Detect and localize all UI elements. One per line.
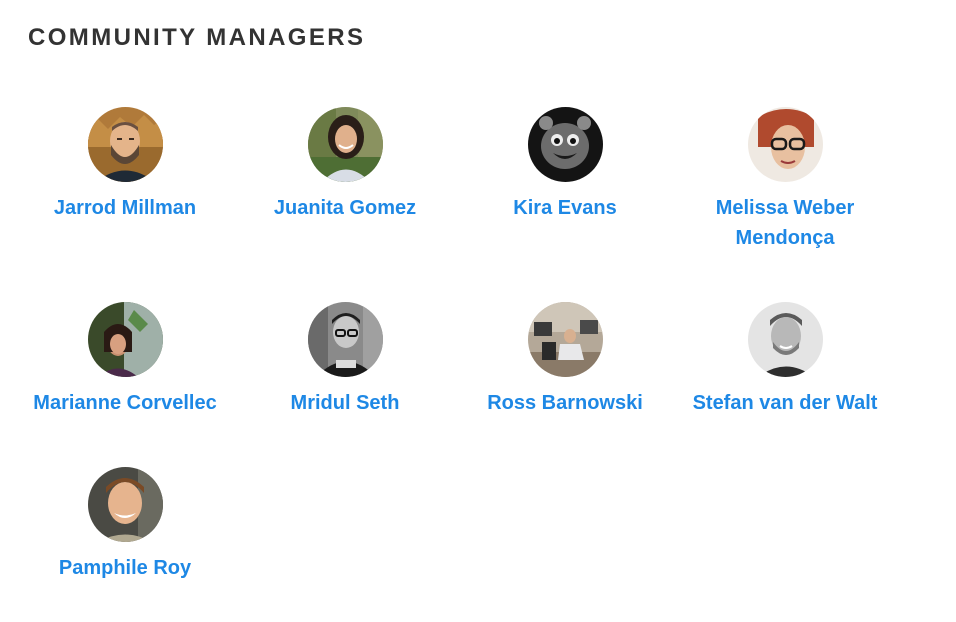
avatar-melissa-weber-mendonca[interactable] (747, 107, 823, 182)
avatar-marianne-corvellec[interactable] (87, 302, 163, 377)
member-name[interactable]: Jarrod Millman (30, 193, 220, 223)
section-title: COMMUNITY MANAGERS (28, 24, 366, 51)
member-name[interactable]: Juanita Gomez (250, 193, 440, 223)
members-row: Jarrod Millman Juanita Gomez Kira Evans … (15, 107, 895, 302)
member-card-marianne-corvellec[interactable]: Marianne Corvellec (15, 302, 235, 467)
members-grid: Jarrod Millman Juanita Gomez Kira Evans … (15, 107, 895, 597)
member-card-stefan-van-der-walt[interactable]: Stefan van der Walt (675, 302, 895, 467)
avatar-stefan-van-der-walt[interactable] (747, 302, 823, 377)
members-row: Marianne Corvellec Mridul Seth Ross Barn… (15, 302, 895, 467)
member-name[interactable]: Ross Barnowski (470, 388, 660, 418)
avatar-ross-barnowski[interactable] (527, 302, 603, 377)
member-name[interactable]: Stefan van der Walt (690, 388, 880, 418)
member-name[interactable]: Pamphile Roy (30, 553, 220, 583)
member-name[interactable]: Kira Evans (470, 193, 660, 223)
avatar-jarrod-millman[interactable] (87, 107, 163, 182)
member-card-pamphile-roy[interactable]: Pamphile Roy (15, 467, 235, 597)
member-card-kira-evans[interactable]: Kira Evans (455, 107, 675, 302)
member-name[interactable]: Mridul Seth (250, 388, 440, 418)
avatar-pamphile-roy[interactable] (87, 467, 163, 542)
avatar-juanita-gomez[interactable] (307, 107, 383, 182)
member-card-jarrod-millman[interactable]: Jarrod Millman (15, 107, 235, 302)
member-card-mridul-seth[interactable]: Mridul Seth (235, 302, 455, 467)
members-row: Pamphile Roy (15, 467, 895, 597)
member-name[interactable]: Melissa Weber Mendonça (690, 193, 880, 253)
avatar-mridul-seth[interactable] (307, 302, 383, 377)
member-card-melissa-weber-mendonca[interactable]: Melissa Weber Mendonça (675, 107, 895, 302)
member-card-ross-barnowski[interactable]: Ross Barnowski (455, 302, 675, 467)
member-name[interactable]: Marianne Corvellec (30, 388, 220, 418)
member-card-juanita-gomez[interactable]: Juanita Gomez (235, 107, 455, 302)
avatar-kira-evans[interactable] (527, 107, 603, 182)
